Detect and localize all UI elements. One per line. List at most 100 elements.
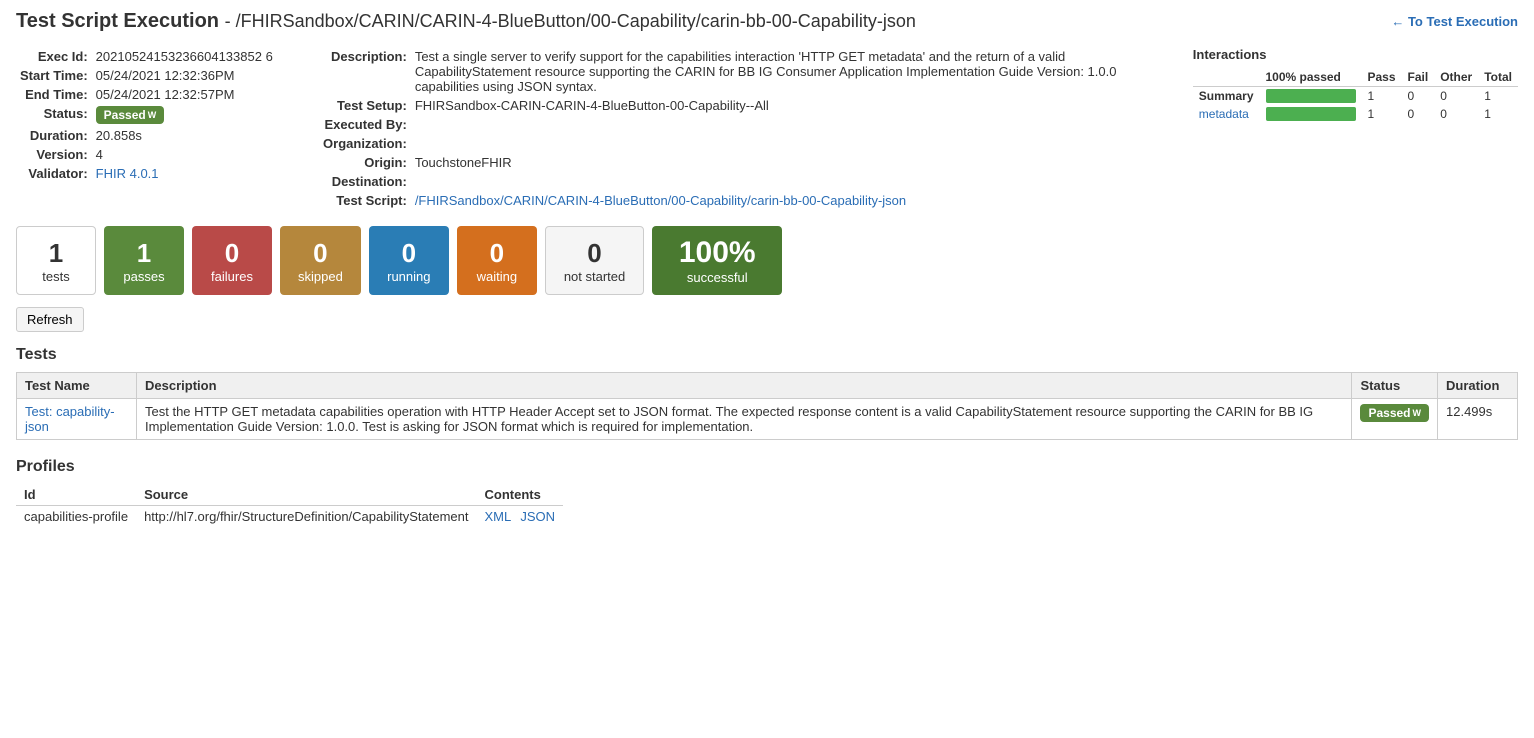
interactions-col-name bbox=[1193, 68, 1260, 87]
stat-not-started-number: 0 bbox=[587, 238, 601, 269]
page-title-bar: Test Script Execution - /FHIRSandbox/CAR… bbox=[16, 10, 1518, 33]
to-test-execution-link[interactable]: ← To Test Execution bbox=[1391, 14, 1518, 29]
stat-tests-label: tests bbox=[42, 269, 69, 284]
stat-running-label: running bbox=[387, 269, 430, 284]
profiles-section: Profiles Id Source Contents capabilities… bbox=[16, 458, 1518, 527]
test-description: Test the HTTP GET metadata capabilities … bbox=[137, 399, 1352, 440]
duration-label: Duration: bbox=[16, 126, 92, 145]
destination-value bbox=[411, 172, 1169, 191]
stat-success-pct: 100% bbox=[679, 236, 756, 270]
tests-col-description: Description bbox=[137, 373, 1352, 399]
stat-tests: 1 tests bbox=[16, 226, 96, 295]
interaction-total: 1 bbox=[1478, 105, 1518, 123]
interaction-fail: 0 bbox=[1402, 105, 1435, 123]
validator-row: Validator: FHIR 4.0.1 bbox=[16, 164, 277, 183]
interactions-table: 100% passed Pass Fail Other Total Summar… bbox=[1193, 68, 1518, 123]
stat-not-started: 0 not started bbox=[545, 226, 644, 295]
stat-not-started-label: not started bbox=[564, 269, 625, 284]
test-duration: 12.499s bbox=[1438, 399, 1518, 440]
interaction-total: 1 bbox=[1478, 87, 1518, 106]
refresh-button[interactable]: Refresh bbox=[16, 307, 84, 332]
stat-passes-label: passes bbox=[123, 269, 164, 284]
stats-row: 1 tests 1 passes 0 failures 0 skipped 0 … bbox=[16, 226, 1518, 295]
stat-success: 100% successful bbox=[652, 226, 782, 295]
interactions-header: 100% passed Pass Fail Other Total bbox=[1193, 68, 1518, 87]
duration-value: 20.858s bbox=[92, 126, 277, 145]
interactions-col-pct: 100% passed bbox=[1260, 68, 1362, 87]
validator-label: Validator: bbox=[16, 164, 92, 183]
interactions-row: Summary 1 0 0 1 bbox=[1193, 87, 1518, 106]
status-row: Status: Passed W bbox=[16, 104, 277, 126]
profiles-table: Id Source Contents capabilities-profile … bbox=[16, 484, 563, 527]
organization-value bbox=[411, 134, 1169, 153]
tests-table: Test Name Description Status Duration Te… bbox=[16, 372, 1518, 440]
end-time-value: 05/24/2021 12:32:57PM bbox=[92, 85, 277, 104]
meta-section: Exec Id: 20210524153236604133852 6 Start… bbox=[16, 47, 1518, 210]
test-script-value: /FHIRSandbox/CARIN/CARIN-4-BlueButton/00… bbox=[411, 191, 1169, 210]
tests-col-status: Status bbox=[1352, 373, 1438, 399]
version-row: Version: 4 bbox=[16, 145, 277, 164]
stat-skipped-number: 0 bbox=[313, 238, 327, 269]
interactions-col-other: Other bbox=[1434, 68, 1478, 87]
stat-failures: 0 failures bbox=[192, 226, 272, 295]
version-label: Version: bbox=[16, 145, 92, 164]
validator-link[interactable]: FHIR 4.0.1 bbox=[96, 166, 159, 181]
executed-by-row: Executed By: bbox=[301, 115, 1169, 134]
profile-id: capabilities-profile bbox=[16, 506, 136, 528]
stat-tests-number: 1 bbox=[49, 238, 63, 269]
interactions-col-pass: Pass bbox=[1362, 68, 1402, 87]
interaction-name[interactable]: metadata bbox=[1193, 105, 1260, 123]
stat-waiting-label: waiting bbox=[477, 269, 517, 284]
interaction-progress bbox=[1260, 87, 1362, 106]
destination-row: Destination: bbox=[301, 172, 1169, 191]
status-value: Passed bbox=[104, 108, 146, 122]
stat-waiting-number: 0 bbox=[490, 238, 504, 269]
page-title-prefix: Test Script Execution bbox=[16, 10, 219, 32]
stat-running: 0 running bbox=[369, 226, 449, 295]
stat-skipped: 0 skipped bbox=[280, 226, 361, 295]
profiles-col-contents: Contents bbox=[477, 484, 564, 506]
test-name[interactable]: Test: capability-json bbox=[17, 399, 137, 440]
status-cell: Passed W bbox=[92, 104, 277, 126]
start-time-value: 05/24/2021 12:32:36PM bbox=[92, 66, 277, 85]
profile-json-link[interactable]: JSON bbox=[520, 509, 555, 524]
duration-row: Duration: 20.858s bbox=[16, 126, 277, 145]
page-title-path: - /FHIRSandbox/CARIN/CARIN-4-BlueButton/… bbox=[225, 11, 916, 31]
interaction-fail: 0 bbox=[1402, 87, 1435, 106]
test-setup-row: Test Setup: FHIRSandbox-CARIN-CARIN-4-Bl… bbox=[301, 96, 1169, 115]
organization-row: Organization: bbox=[301, 134, 1169, 153]
origin-value: TouchstoneFHIR bbox=[411, 153, 1169, 172]
test-row: Test: capability-json Test the HTTP GET … bbox=[17, 399, 1518, 440]
profile-xml-link[interactable]: XML bbox=[485, 509, 511, 524]
stat-failures-number: 0 bbox=[225, 238, 239, 269]
destination-label: Destination: bbox=[301, 172, 411, 191]
interaction-pass: 1 bbox=[1362, 87, 1402, 106]
start-time-label: Start Time: bbox=[16, 66, 92, 85]
executed-by-value bbox=[411, 115, 1169, 134]
test-script-label: Test Script: bbox=[301, 191, 411, 210]
stat-success-label: successful bbox=[687, 270, 748, 285]
test-script-row: Test Script: /FHIRSandbox/CARIN/CARIN-4-… bbox=[301, 191, 1169, 210]
end-time-label: End Time: bbox=[16, 85, 92, 104]
profiles-section-title: Profiles bbox=[16, 458, 1518, 476]
test-status: PassedW bbox=[1352, 399, 1438, 440]
interactions-col-total: Total bbox=[1478, 68, 1518, 87]
stat-failures-label: failures bbox=[211, 269, 253, 284]
stat-passes-number: 1 bbox=[137, 238, 151, 269]
profile-contents: XML JSON bbox=[477, 506, 564, 528]
interaction-other: 0 bbox=[1434, 87, 1478, 106]
test-setup-value: FHIRSandbox-CARIN-CARIN-4-BlueButton-00-… bbox=[411, 96, 1169, 115]
test-script-link[interactable]: /FHIRSandbox/CARIN/CARIN-4-BlueButton/00… bbox=[415, 193, 906, 208]
interaction-name: Summary bbox=[1193, 87, 1260, 106]
meta-description: Description: Test a single server to ver… bbox=[301, 47, 1169, 210]
origin-row: Origin: TouchstoneFHIR bbox=[301, 153, 1169, 172]
exec-id-row: Exec Id: 20210524153236604133852 6 bbox=[16, 47, 277, 66]
tests-col-duration: Duration bbox=[1438, 373, 1518, 399]
profile-source: http://hl7.org/fhir/StructureDefinition/… bbox=[136, 506, 476, 528]
version-value: 4 bbox=[92, 145, 277, 164]
description-label: Description: bbox=[301, 47, 411, 96]
tests-section-title: Tests bbox=[16, 346, 1518, 364]
stat-skipped-label: skipped bbox=[298, 269, 343, 284]
status-sup: W bbox=[148, 110, 157, 120]
interactions-col-fail: Fail bbox=[1402, 68, 1435, 87]
